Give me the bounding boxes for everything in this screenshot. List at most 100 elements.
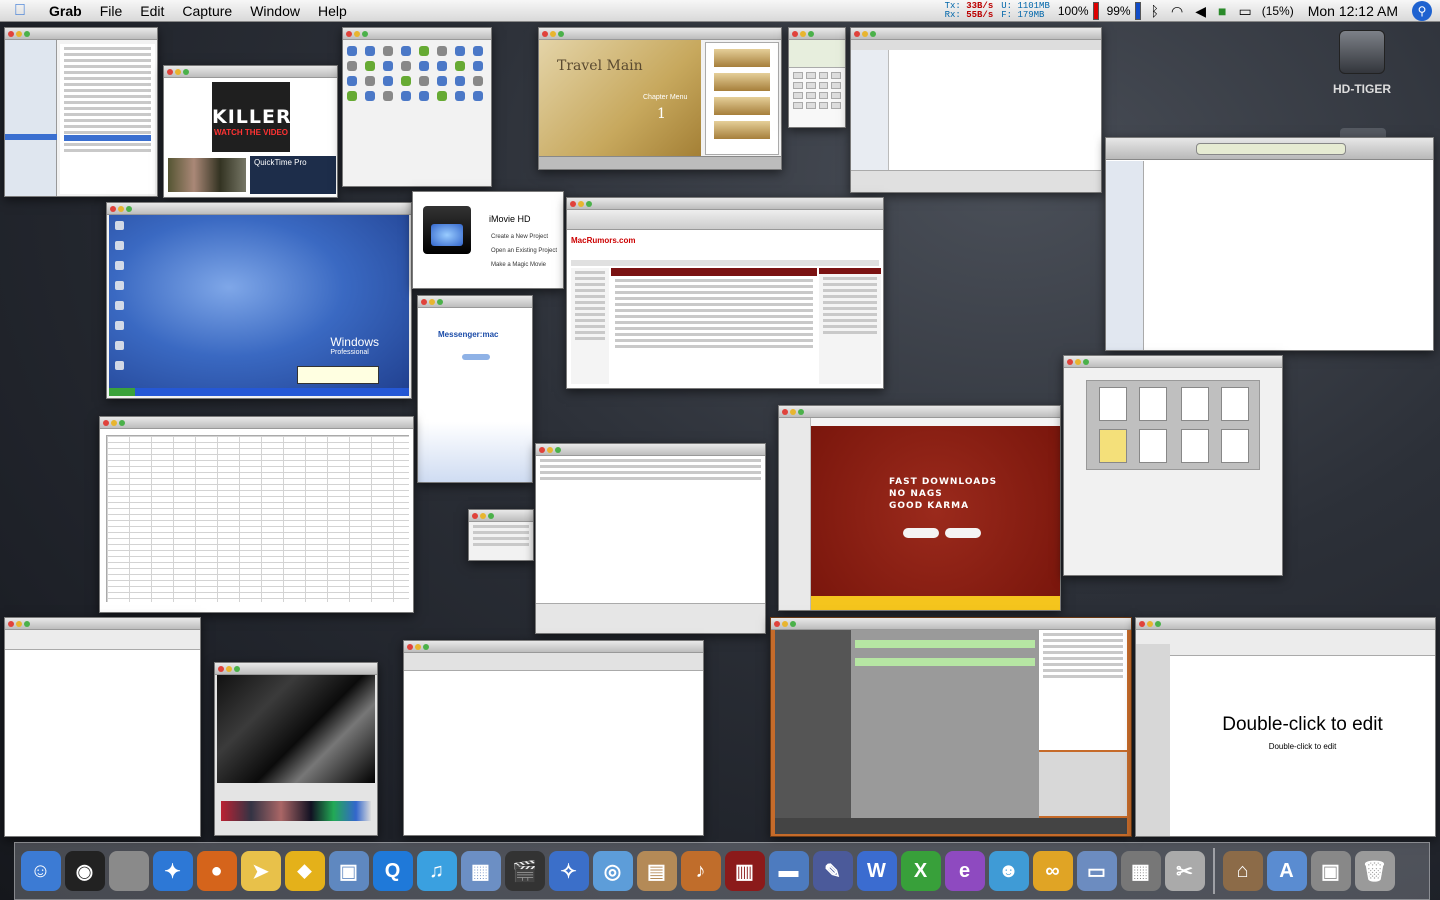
photo-strip[interactable] bbox=[221, 801, 371, 821]
dock-classic-icon[interactable]: ▭ bbox=[1075, 846, 1118, 896]
menu-capture[interactable]: Capture bbox=[173, 3, 241, 19]
windows-xp-desktop[interactable]: Windows Professional bbox=[109, 215, 409, 396]
limewire-ad[interactable]: FAST DOWNLOADS NO NAGS GOOD KARMA bbox=[811, 426, 1060, 596]
window-music-store[interactable]: KILLERS WATCH THE VIDEO QuickTime Pro bbox=[163, 65, 338, 198]
dock-iphoto-icon[interactable]: ▦ bbox=[459, 846, 502, 896]
dock-drive-icon[interactable]: ▣ bbox=[1309, 846, 1352, 896]
audio-region-1[interactable] bbox=[855, 640, 1035, 648]
desktop-drive[interactable]: HD-TIGER bbox=[1320, 30, 1404, 96]
sign-in-button[interactable] bbox=[462, 354, 490, 360]
window-virtual-pc[interactable]: Windows Professional bbox=[106, 202, 412, 399]
dock-office-icon[interactable]: ∞ bbox=[1031, 846, 1074, 896]
menu-file[interactable]: File bbox=[91, 3, 132, 19]
dock-iweb-icon[interactable]: ▤ bbox=[635, 846, 678, 896]
dock-idvd-icon[interactable]: ✧ bbox=[547, 846, 590, 896]
bluetooth-icon[interactable]: ᛒ bbox=[1145, 3, 1165, 19]
dock-safari-icon[interactable]: ✦ bbox=[151, 846, 194, 896]
wifi-icon[interactable]: ◠ bbox=[1165, 3, 1189, 20]
dock-quicktime-icon[interactable]: Q bbox=[371, 846, 414, 896]
excel-icon: X bbox=[900, 851, 941, 891]
dock-keynote-icon[interactable]: ▥ bbox=[723, 846, 766, 896]
create-project-button[interactable]: Create a New Project bbox=[491, 234, 548, 240]
dock-pen-icon[interactable]: ✎ bbox=[811, 846, 854, 896]
calculator-keypad[interactable] bbox=[789, 68, 845, 113]
app-menu-grab[interactable]: Grab bbox=[40, 3, 91, 19]
dock-entourage-icon[interactable]: e bbox=[943, 846, 986, 896]
xp-start-button[interactable] bbox=[109, 388, 135, 396]
menu-clock[interactable]: Mon 12:12 AM bbox=[1298, 3, 1408, 19]
flag-icon[interactable]: ■ bbox=[1212, 3, 1232, 19]
slide-subtitle[interactable]: Double-click to edit bbox=[1170, 742, 1435, 751]
menu-edit[interactable]: Edit bbox=[131, 3, 173, 19]
dock-grab-icon[interactable]: ✂ bbox=[1163, 846, 1206, 896]
dock-word-icon[interactable]: W bbox=[855, 846, 898, 896]
dock-imovie-icon[interactable]: 🎬 bbox=[503, 846, 546, 896]
spreadsheet-grid[interactable] bbox=[106, 435, 409, 602]
magic-movie-button[interactable]: Make a Magic Movie bbox=[491, 262, 546, 268]
spotlight-icon[interactable]: ⚲ bbox=[1412, 1, 1432, 21]
dock-excel-icon[interactable]: X bbox=[899, 846, 942, 896]
audio-region-2[interactable] bbox=[855, 658, 1035, 666]
site-logo[interactable]: MacRumors.com bbox=[571, 236, 641, 260]
open-project-button[interactable]: Open an Existing Project bbox=[491, 248, 557, 254]
window-drawing[interactable] bbox=[4, 617, 201, 837]
window-small-dialog[interactable] bbox=[468, 509, 534, 561]
download-button-1[interactable] bbox=[903, 528, 939, 538]
dock-mail-icon[interactable]: ➤ bbox=[239, 846, 282, 896]
dock-dvd-icon[interactable]: ◎ bbox=[591, 846, 634, 896]
menu-subtitle: Chapter Menu bbox=[643, 94, 688, 101]
dock-home-icon[interactable]: ⌂ bbox=[1221, 846, 1264, 896]
window-idvd[interactable]: Travel Main Chapter Menu 1 bbox=[538, 27, 782, 170]
dock-transmit-icon[interactable]: ⬥ bbox=[283, 846, 326, 896]
dock-xcode-icon[interactable]: ▣ bbox=[327, 846, 370, 896]
dock-presentation-icon[interactable]: ▬ bbox=[767, 846, 810, 896]
slide-title[interactable]: Double-click to edit bbox=[1170, 714, 1435, 736]
dock-applications-icon[interactable]: A bbox=[1265, 846, 1308, 896]
dock-dashboard-icon[interactable]: ◉ bbox=[63, 846, 106, 896]
battery-icon[interactable]: ▭ bbox=[1232, 3, 1257, 20]
office-icon: ∞ bbox=[1032, 851, 1073, 891]
dock-mac-icon[interactable] bbox=[107, 846, 150, 896]
titlebar bbox=[404, 641, 703, 653]
dock-trash-icon[interactable]: 🗑 bbox=[1353, 846, 1396, 896]
template-chooser[interactable] bbox=[1086, 380, 1260, 470]
apple-menu-icon[interactable]:  bbox=[0, 2, 40, 20]
track-area[interactable] bbox=[775, 630, 1039, 820]
volume-icon[interactable]: ◀ bbox=[1189, 3, 1212, 20]
window-keynote[interactable]: Double-click to edit Double-click to edi… bbox=[1135, 617, 1436, 837]
window-itunes-library[interactable] bbox=[4, 27, 158, 197]
memory-monitor[interactable]: U: 1101MB F: 179MB bbox=[997, 2, 1054, 20]
dock-separator bbox=[1213, 848, 1215, 894]
slide-navigator[interactable] bbox=[1136, 644, 1170, 836]
window-spreadsheet[interactable] bbox=[99, 416, 414, 613]
window-browser[interactable]: MacRumors.com bbox=[566, 197, 884, 389]
window-calculator[interactable] bbox=[788, 27, 846, 128]
quicktime-pro-banner[interactable]: QuickTime Pro bbox=[250, 156, 336, 194]
control-bar[interactable] bbox=[539, 156, 781, 169]
dock-itunes-icon[interactable]: ♫ bbox=[415, 846, 458, 896]
dock-firefox-icon[interactable]: ● bbox=[195, 846, 238, 896]
dock-calculator-icon[interactable]: ▦ bbox=[1119, 846, 1162, 896]
window-finder[interactable] bbox=[850, 27, 1102, 193]
window-itunes[interactable] bbox=[1105, 137, 1434, 351]
window-garageband[interactable] bbox=[770, 617, 1132, 837]
window-pages-templates[interactable] bbox=[1063, 355, 1283, 576]
window-imovie[interactable]: iMovie HD Create a New Project Open an E… bbox=[412, 191, 564, 289]
network-monitor[interactable]: Tx: 33B/s Rx: 55B/s bbox=[941, 2, 998, 20]
window-system-preferences[interactable] bbox=[342, 27, 492, 187]
dock-garageband-icon[interactable]: ♪ bbox=[679, 846, 722, 896]
album-cover[interactable]: KILLERS WATCH THE VIDEO bbox=[212, 82, 305, 152]
window-photo-booth[interactable] bbox=[214, 662, 378, 836]
menu-window[interactable]: Window bbox=[241, 3, 309, 19]
window-blank-document[interactable] bbox=[403, 640, 704, 836]
window-msn-messenger[interactable]: Messenger:mac bbox=[417, 295, 533, 483]
download-button-2[interactable] bbox=[945, 528, 981, 538]
dock-finder-icon[interactable]: ☺ bbox=[19, 846, 62, 896]
menu-help[interactable]: Help bbox=[309, 3, 356, 19]
theme-list[interactable] bbox=[705, 42, 779, 155]
menu-stage: Travel Main Chapter Menu 1 bbox=[539, 40, 701, 158]
dock-messenger-icon[interactable]: ☻ bbox=[987, 846, 1030, 896]
transport-controls[interactable] bbox=[775, 818, 1127, 834]
window-limewire[interactable]: FAST DOWNLOADS NO NAGS GOOD KARMA bbox=[778, 405, 1061, 611]
window-mail[interactable] bbox=[535, 443, 766, 634]
